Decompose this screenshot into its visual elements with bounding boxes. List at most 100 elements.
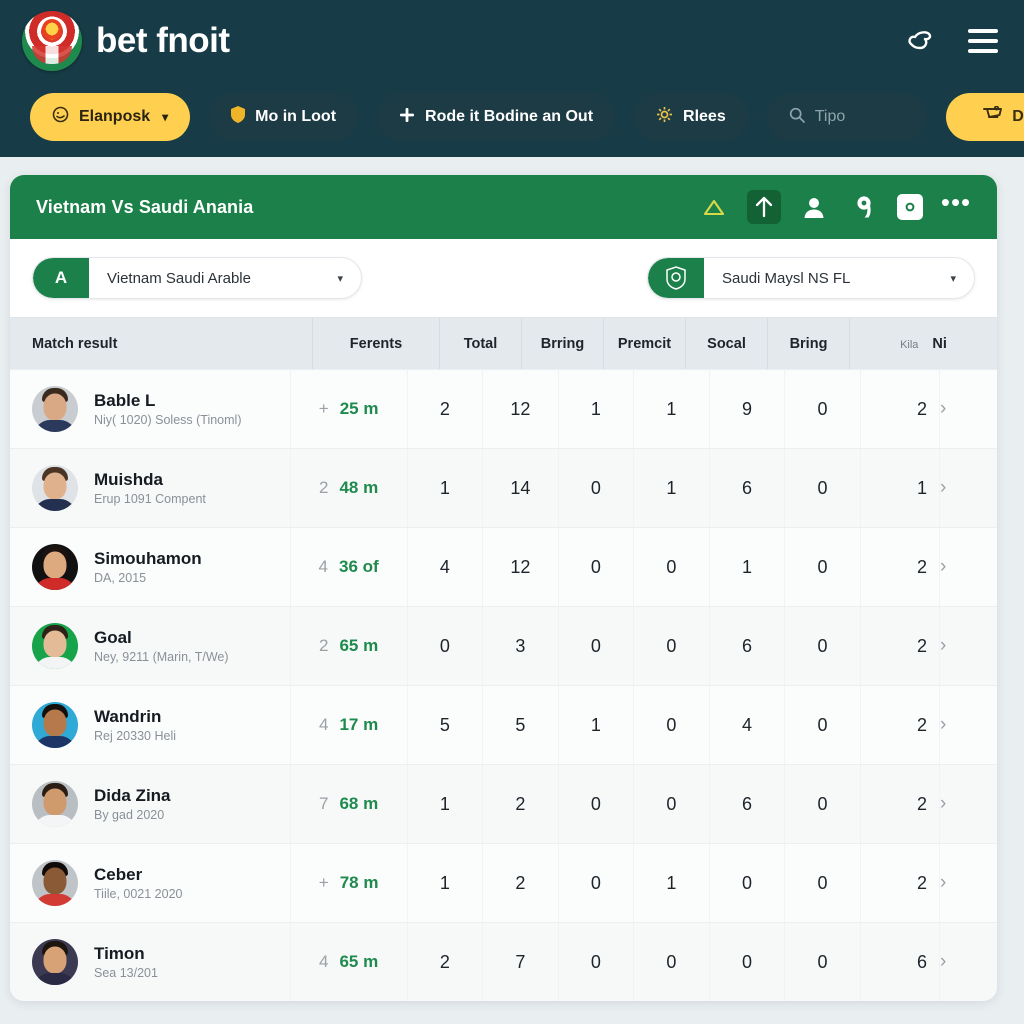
stat-premcit: 0 xyxy=(559,765,635,843)
column-header-kila-ni[interactable]: Kila Ni xyxy=(850,318,997,369)
stat-socal: 0 xyxy=(634,923,710,1001)
stat-bring: 4 xyxy=(710,686,786,764)
stat-socal: 1 xyxy=(634,449,710,527)
column-header-premcit[interactable]: Premcit xyxy=(604,318,686,369)
brand[interactable]: bet fnoit xyxy=(22,11,230,71)
cart-icon xyxy=(983,105,1003,128)
table-row[interactable]: Bable L Niy( 1020) Soless (Tinoml) + 25 … xyxy=(10,369,997,448)
pin-icon[interactable] xyxy=(847,190,881,224)
square-badge-icon[interactable] xyxy=(897,194,923,220)
person-icon[interactable] xyxy=(797,190,831,224)
stat-bring: 1 xyxy=(710,528,786,606)
player-name: Timon xyxy=(94,943,145,963)
chevron-right-icon[interactable]: › xyxy=(940,528,997,606)
column-header-brring[interactable]: Brring xyxy=(522,318,604,369)
table-body: Bable L Niy( 1020) Soless (Tinoml) + 25 … xyxy=(10,369,997,1001)
gear-icon xyxy=(656,106,673,128)
time-prefix: + xyxy=(318,399,329,418)
stat-ni: 1 xyxy=(861,449,940,527)
nav-pill-elanposk[interactable]: Elanposk ▾ xyxy=(30,93,191,141)
nav-pill-rlees[interactable]: Rlees xyxy=(634,93,748,141)
danch-label: Danch xyxy=(1012,108,1024,125)
filter-row: A Vietnam Saudi Arable ▾ Saudi Maysl NS … xyxy=(10,239,997,317)
time-prefix: 2 xyxy=(318,636,329,655)
stat-total: 2 xyxy=(408,923,484,1001)
stat-brring: 2 xyxy=(483,765,559,843)
nav-pill-group: Elanposk ▾ Mo in Loot Rode it Bodine an … xyxy=(30,93,1024,141)
header-icon-group xyxy=(904,24,1000,58)
time-cell: 2 48 m xyxy=(291,449,408,527)
team-select-left[interactable]: A Vietnam Saudi Arable ▾ xyxy=(32,257,362,299)
plus-icon xyxy=(399,107,415,128)
stat-premcit: 1 xyxy=(559,686,635,764)
chevron-right-icon[interactable]: › xyxy=(940,686,997,764)
player-cell[interactable]: Goal Ney, 9211 (Marin, T/We) xyxy=(10,607,291,685)
player-cell[interactable]: Muishda Erup 1091 Compent xyxy=(10,449,291,527)
triangle-alert-icon[interactable] xyxy=(697,190,731,224)
nav-pill-label: Rlees xyxy=(683,108,726,125)
nav-pill-moin-loot[interactable]: Mo in Loot xyxy=(209,93,359,141)
stat-brring: 12 xyxy=(483,370,559,448)
table-header-row: Match result Ferents Total Brring Premci… xyxy=(10,317,997,369)
stat-kila: 0 xyxy=(785,923,861,1001)
time-value: 65 m xyxy=(339,636,379,655)
player-cell[interactable]: Timon Sea 13/201 xyxy=(10,923,291,1001)
column-header-total[interactable]: Total xyxy=(440,318,522,369)
stat-total: 2 xyxy=(408,370,484,448)
bird-icon[interactable] xyxy=(904,24,938,58)
column-header-socal[interactable]: Socal xyxy=(686,318,768,369)
player-cell[interactable]: Ceber Tiile, 0021 2020 xyxy=(10,844,291,922)
arrow-up-icon[interactable] xyxy=(747,190,781,224)
stat-kila: 0 xyxy=(785,370,861,448)
player-name: Muishda xyxy=(94,469,163,489)
chevron-right-icon[interactable]: › xyxy=(940,607,997,685)
football-emblem-logo xyxy=(22,11,82,71)
chevron-down-icon: ▾ xyxy=(162,110,169,124)
column-header-match-result[interactable]: Match result xyxy=(10,318,313,369)
letter-a-badge: A xyxy=(33,258,89,298)
chevron-right-icon[interactable]: › xyxy=(940,923,997,1001)
column-header-bring[interactable]: Bring xyxy=(768,318,850,369)
stat-bring: 6 xyxy=(710,607,786,685)
player-name: Wandrin xyxy=(94,706,162,726)
player-name: Ceber xyxy=(94,864,143,884)
table-row[interactable]: Timon Sea 13/201 4 65 m 2 7 0 0 0 0 6 › xyxy=(10,922,997,1001)
player-cell[interactable]: Dida Zina By gad 2020 xyxy=(10,765,291,843)
chevron-right-icon[interactable]: › xyxy=(940,765,997,843)
more-options-icon[interactable]: ••• xyxy=(939,189,973,224)
chevron-right-icon[interactable]: › xyxy=(940,370,997,448)
team-select-right-value: Saudi Maysl NS FL xyxy=(722,269,851,287)
time-prefix: + xyxy=(318,873,329,892)
stat-ni: 2 xyxy=(861,686,940,764)
stat-premcit: 0 xyxy=(559,844,635,922)
chevron-down-icon: ▾ xyxy=(950,272,956,285)
player-cell[interactable]: Simouhamon DA, 2015 xyxy=(10,528,291,606)
team-select-right[interactable]: Saudi Maysl NS FL ▾ xyxy=(647,257,975,299)
hamburger-menu-icon[interactable] xyxy=(966,24,1000,58)
page-title: Vietnam Vs Saudi Anania xyxy=(36,196,254,217)
stat-socal: 0 xyxy=(634,765,710,843)
chevron-right-icon[interactable]: › xyxy=(940,449,997,527)
shield-icon xyxy=(231,106,246,128)
avatar xyxy=(32,702,78,748)
player-cell[interactable]: Wandrin Rej 20330 Heli xyxy=(10,686,291,764)
stat-ni: 2 xyxy=(861,370,940,448)
nav-pill-rode-it-bodine-an-out[interactable]: Rode it Bodine an Out xyxy=(377,93,616,141)
table-row[interactable]: Dida Zina By gad 2020 7 68 m 1 2 0 0 6 0… xyxy=(10,764,997,843)
time-cell: + 25 m xyxy=(291,370,408,448)
table-row[interactable]: Goal Ney, 9211 (Marin, T/We) 2 65 m 0 3 … xyxy=(10,606,997,685)
stat-bring: 9 xyxy=(710,370,786,448)
table-row[interactable]: Ceber Tiile, 0021 2020 + 78 m 1 2 0 1 0 … xyxy=(10,843,997,922)
table-row[interactable]: Muishda Erup 1091 Compent 2 48 m 1 14 0 … xyxy=(10,448,997,527)
search-input[interactable]: Tipo xyxy=(766,93,927,141)
stat-brring: 12 xyxy=(483,528,559,606)
table-row[interactable]: Wandrin Rej 20330 Heli 4 17 m 5 5 1 0 4 … xyxy=(10,685,997,764)
table-row[interactable]: Simouhamon DA, 2015 4 36 of 4 12 0 0 1 0… xyxy=(10,527,997,606)
time-prefix: 7 xyxy=(318,794,329,813)
column-header-ferents[interactable]: Ferents xyxy=(313,318,440,369)
danch-button[interactable]: Danch xyxy=(945,93,1024,141)
avatar xyxy=(32,544,78,590)
chevron-right-icon[interactable]: › xyxy=(940,844,997,922)
player-cell[interactable]: Bable L Niy( 1020) Soless (Tinoml) xyxy=(10,370,291,448)
time-cell: 4 65 m xyxy=(291,923,408,1001)
